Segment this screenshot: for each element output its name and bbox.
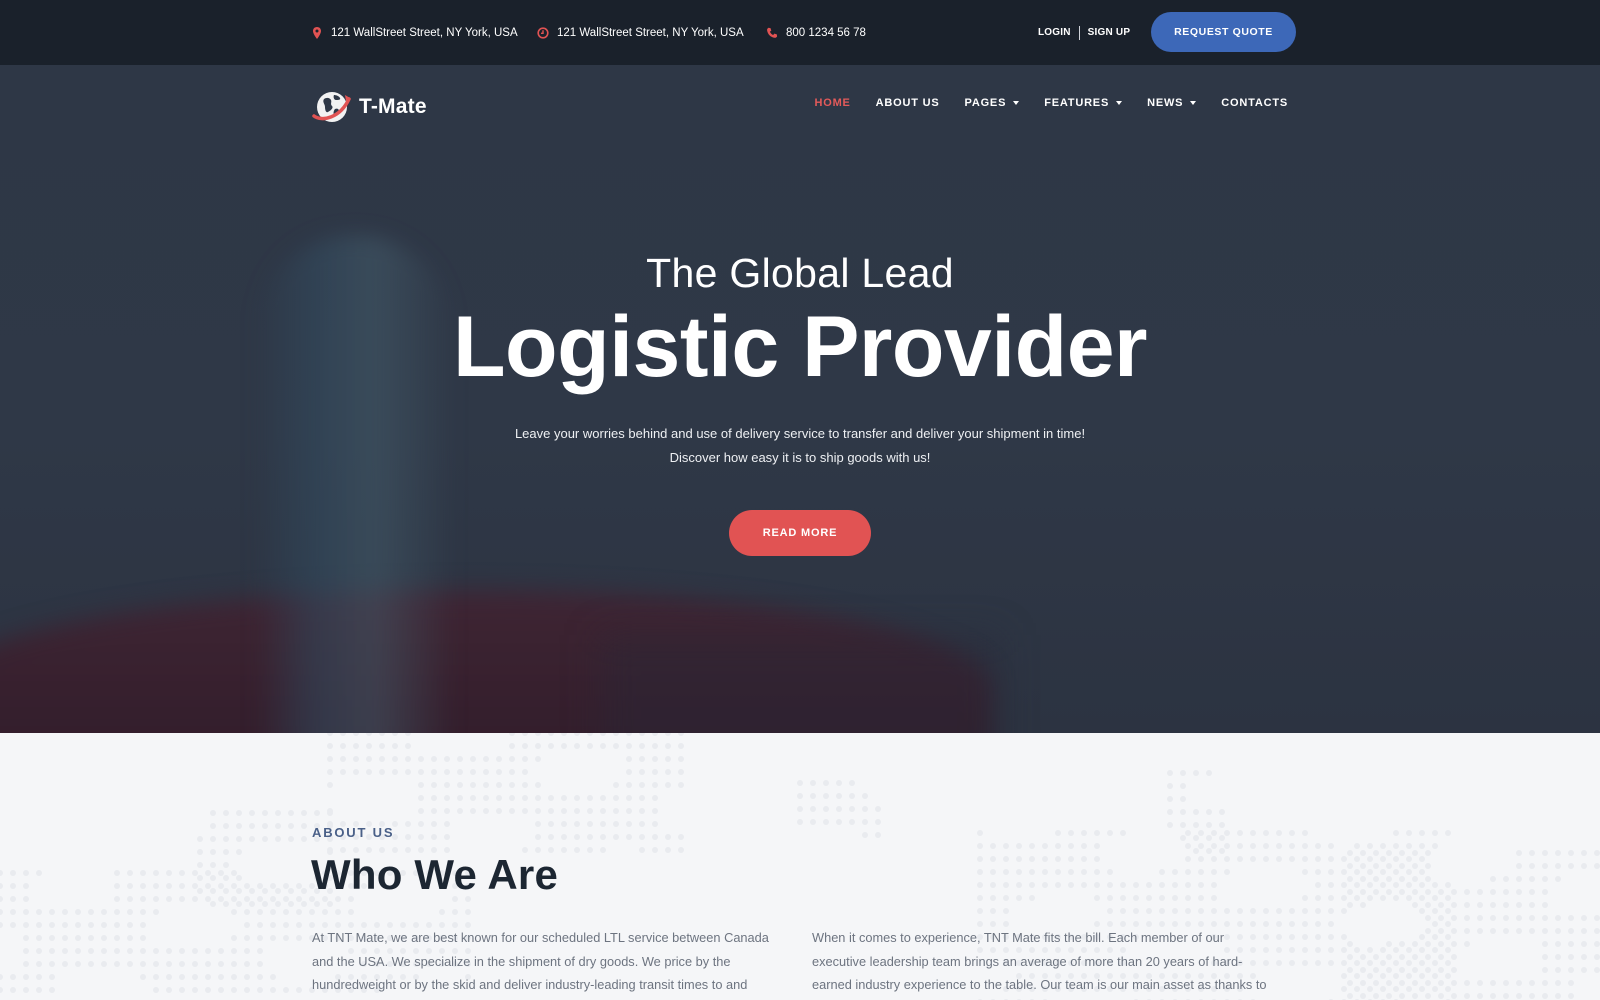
about-section: ABOUT US Who We Are At TNT Mate, we are … [0,733,1600,1000]
hero-subtitle: The Global Lead [646,250,954,296]
nav-item-features[interactable]: FEATURES [1044,97,1123,109]
hero-description-line-1: Leave your worries behind and use of del… [514,426,1086,441]
globe-swoosh-icon [312,89,352,125]
caret-down-icon [1190,101,1197,105]
nav-item-label: ABOUT US [875,97,940,109]
contact-hours: 121 WallStreet Street, NY York, USA [537,0,744,65]
contact-hours-text: 121 WallStreet Street, NY York, USA [557,26,744,39]
hero-background-shade [600,635,1000,733]
read-more-button[interactable]: READ MORE [729,510,871,556]
auth-links: LOGIN SIGN UP [1038,0,1130,65]
nav-item-about-us[interactable]: ABOUT US [876,97,940,109]
phone-icon [766,27,778,39]
about-text-left: At TNT Mate, we are best known for our s… [312,930,769,992]
hero-section [0,65,1600,733]
caret-down-icon [1116,101,1123,105]
top-bar: 121 WallStreet Street, NY York, USA 121 … [0,0,1600,65]
contact-phone: 800 1234 56 78 [766,0,866,65]
hero-title: Logistic Provider [453,299,1148,395]
about-heading: Who We Are [311,851,559,898]
contact-address: 121 WallStreet Street, NY York, USA [311,0,518,65]
clock-icon [537,26,549,39]
about-eyebrow: ABOUT US [312,825,395,840]
request-quote-button[interactable]: REQUEST QUOTE [1151,12,1296,52]
nav-item-label: PAGES [964,97,1007,109]
signup-link[interactable]: SIGN UP [1088,27,1131,38]
nav-item-contacts[interactable]: CONTACTS [1221,97,1288,109]
map-pin-icon [311,26,323,39]
world-map-dots-background [0,733,1600,1000]
nav-item-label: HOME [814,97,851,109]
auth-divider [1078,25,1080,40]
brand-name: T-Mate [359,95,427,118]
nav-item-pages[interactable]: PAGES [965,97,1020,109]
contact-phone-text: 800 1234 56 78 [786,26,866,39]
contact-address-text: 121 WallStreet Street, NY York, USA [331,26,518,39]
nav-item-label: NEWS [1147,97,1184,109]
about-text-right: When it comes to experience, TNT Mate fi… [812,930,1267,992]
hero-description-line-2: Discover how easy it is to ship goods wi… [669,449,931,465]
brand-logo[interactable]: T-Mate [312,89,427,125]
login-link[interactable]: LOGIN [1038,27,1071,38]
caret-down-icon [1013,101,1020,105]
nav-item-home[interactable]: HOME [814,97,850,109]
main-nav: HOME ABOUT US PAGES FEATURES NEWS CONTAC… [789,97,1288,109]
nav-item-label: CONTACTS [1221,97,1288,109]
nav-item-news[interactable]: NEWS [1147,97,1197,109]
nav-item-label: FEATURES [1044,97,1110,109]
hero-description: Leave your worries behind and use of del… [0,422,1600,469]
